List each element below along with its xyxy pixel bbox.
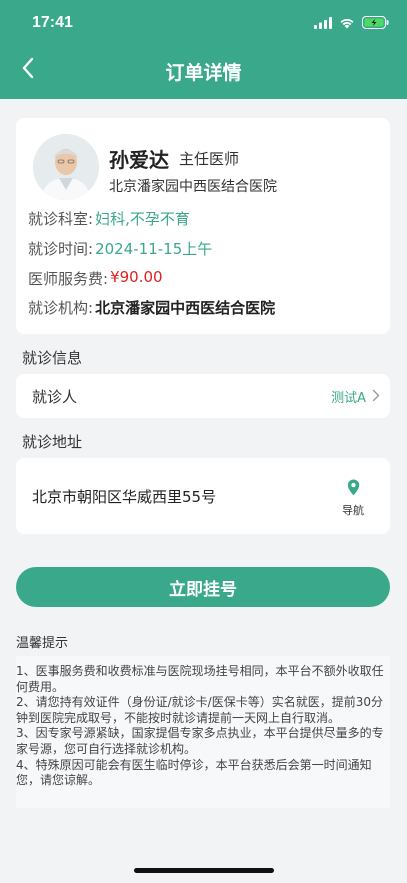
doctor-name: 孙爱达 (109, 148, 169, 172)
patient-selector[interactable]: 就诊人 测试A (16, 374, 390, 418)
service-fee-label: 医师服务费: (28, 270, 109, 288)
visit-info-title: 就诊信息 (22, 349, 83, 367)
patient-value: 测试A (331, 391, 366, 406)
home-indicator (134, 868, 274, 873)
doctor-avatar (33, 134, 99, 200)
institution-row: 就诊机构: 北京潘家园中西医结合医院 (28, 297, 275, 318)
battery-icon (362, 16, 389, 29)
service-fee-row: 医师服务费: ¥90.00 (28, 268, 163, 289)
chevron-right-icon (372, 389, 380, 402)
visit-time-label: 就诊时间: (28, 240, 94, 258)
tips-title: 温馨提示 (16, 636, 69, 651)
navigate-label: 导航 (342, 504, 364, 517)
status-bar: 17:41 (0, 0, 407, 46)
tip-item: 3、因专家号源紧缺，国家提倡专家多点执业，本平台提供尽量多的专家号源，您可自行选… (16, 726, 384, 756)
department-row: 就诊科室: 妇科,不孕不育 (28, 208, 190, 229)
wifi-icon (340, 18, 354, 28)
tip-item: 2、请您持有效证件（身份证/就诊卡/医保卡等）实名就医，提前30分钟到医院完成取… (16, 695, 383, 725)
address-card: 北京市朝阳区华威西里55号 导航 (16, 458, 390, 534)
visit-time-row: 就诊时间: 2024-11-15上午 (28, 238, 212, 259)
status-time: 17:41 (32, 14, 73, 31)
visit-address-title: 就诊地址 (22, 433, 83, 451)
location-pin-icon (347, 479, 359, 496)
address-text: 北京市朝阳区华威西里55号 (32, 488, 217, 506)
register-button[interactable]: 立即挂号 (16, 567, 390, 607)
doctor-card: 孙爱达 主任医师 北京潘家园中西医结合医院 就诊科室: 妇科,不孕不育 就诊时间… (16, 118, 390, 334)
status-icons (314, 16, 389, 29)
header: 17:41 订单详情 (0, 0, 407, 99)
service-fee-value: ¥90.00 (110, 268, 163, 286)
department-value: 妇科,不孕不育 (95, 210, 190, 228)
doctor-title: 主任医师 (179, 150, 240, 168)
visit-time-value: 2024-11-15上午 (95, 240, 213, 258)
institution-value: 北京潘家园中西医结合医院 (95, 299, 276, 317)
navigate-button[interactable]: 导航 (338, 479, 368, 518)
tip-item: 4、特殊原因可能会有医生临时停诊，本平台获悉后会第一时间通知您，请您谅解。 (16, 757, 372, 788)
doctor-hospital: 北京潘家园中西医结合医院 (109, 179, 277, 195)
tips-box: 1、医事服务费和收费标准与医院现场挂号相同，本平台不额外收取任何费用。 2、请您… (16, 656, 390, 808)
patient-label: 就诊人 (32, 388, 78, 406)
page-title: 订单详情 (165, 62, 242, 84)
signal-icon (314, 16, 332, 29)
institution-label: 就诊机构: (28, 299, 94, 317)
tip-item: 1、医事服务费和收费标准与医院现场挂号相同，本平台不额外收取任何费用。 (16, 664, 384, 694)
department-label: 就诊科室: (28, 210, 94, 228)
